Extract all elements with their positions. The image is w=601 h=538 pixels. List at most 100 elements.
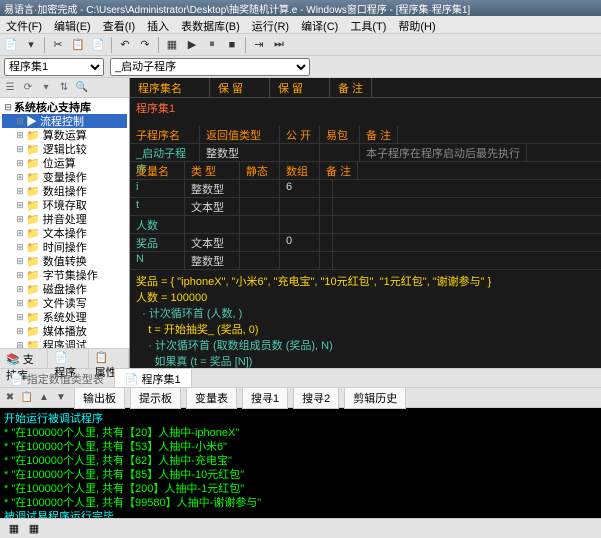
separator bbox=[245, 37, 246, 53]
output-line: 开始运行被调试程序 bbox=[4, 412, 597, 426]
sub-header: 子程序名 返回值类型 公 开 易包 备 注 bbox=[130, 126, 601, 144]
tree-root[interactable]: ⊟系统核心支持库 bbox=[2, 100, 127, 114]
code-area[interactable]: 奖品 = { "iphoneX", "小米6", "充电宝", "10元红包",… bbox=[130, 270, 601, 368]
sub-name-row[interactable]: _启动子程序 整数型 本子程序在程序启动后最先执行 bbox=[130, 144, 601, 162]
tree-item[interactable]: ⊞ 📁 系统处理 bbox=[2, 310, 127, 324]
copy-icon[interactable]: 📋 bbox=[69, 36, 87, 54]
code-line[interactable]: · 计次循环首 (取数组成员数 (奖品), N) bbox=[136, 338, 595, 354]
tree-item[interactable]: ⊞ 📁 逻辑比较 bbox=[2, 142, 127, 156]
main-toolbar: 📄 ▾ ✂ 📋 📄 ↶ ↷ ▦ ▶ ⏸ ■ ⇥ ⏭ bbox=[0, 34, 601, 56]
left-toolbar: ☰ ⟳ ▾ ⇅ 🔍 bbox=[0, 78, 129, 98]
main-area: ☰ ⟳ ▾ ⇅ 🔍 ⊟系统核心支持库 ⊞ ▶ 流程控制⊞ 📁 算数运算⊞ 📁 逻… bbox=[0, 78, 601, 368]
left-tabs: 📚 支持库 📄 程序 📋 属性 bbox=[0, 348, 129, 368]
var-row[interactable]: i整数型6 bbox=[130, 180, 601, 198]
menu-db[interactable]: 表数据库(B) bbox=[175, 16, 246, 33]
editor-tab-types[interactable]: 📄 指定数值类型表 bbox=[0, 369, 115, 387]
var-header: 变量名 类 型 静态 数组 备 注 bbox=[130, 162, 601, 180]
menu-file[interactable]: 文件(F) bbox=[0, 16, 48, 33]
code-line[interactable]: 人数 = 100000 bbox=[136, 290, 595, 306]
tree-item[interactable]: ⊞ 📁 算数运算 bbox=[2, 128, 127, 142]
var-row[interactable]: t文本型 bbox=[130, 198, 601, 216]
tree-item[interactable]: ⊞ 📁 数值转换 bbox=[2, 254, 127, 268]
tree-item[interactable]: ⊞ 📁 媒体播放 bbox=[2, 324, 127, 338]
tree-item[interactable]: ⊞ 📁 文本操作 bbox=[2, 226, 127, 240]
tree-item[interactable]: ⊞ 📁 位运算 bbox=[2, 156, 127, 170]
menu-help[interactable]: 帮助(H) bbox=[392, 16, 441, 33]
app-icon[interactable]: ▦ bbox=[163, 36, 181, 54]
separator bbox=[158, 37, 159, 53]
tree-item[interactable]: ⊞ 📁 文件读写 bbox=[2, 296, 127, 310]
menu-run[interactable]: 运行(R) bbox=[246, 16, 295, 33]
procedure-set-select[interactable]: 程序集1 bbox=[4, 58, 104, 76]
out-tab-find1[interactable]: 搜寻1 bbox=[242, 387, 288, 409]
tree-item[interactable]: ⊞ 📁 程序调试 bbox=[2, 338, 127, 348]
menu-edit[interactable]: 编辑(E) bbox=[48, 16, 97, 33]
tree-item[interactable]: ⊞ 📁 变量操作 bbox=[2, 170, 127, 184]
out-tab-hint[interactable]: 提示板 bbox=[130, 387, 181, 409]
code-editor[interactable]: 程序集名 保 留 保 留 备 注 程序集1 子程序名 返回值类型 公 开 易包 … bbox=[130, 78, 601, 368]
filter-icon[interactable]: ▾ bbox=[38, 80, 54, 96]
tree-item[interactable]: ⊞ 📁 磁盘操作 bbox=[2, 282, 127, 296]
undo-icon[interactable]: ↶ bbox=[116, 36, 134, 54]
new-icon[interactable]: 📄 bbox=[2, 36, 20, 54]
clear-icon[interactable]: ✖ bbox=[2, 390, 18, 406]
tree-item[interactable]: ⊞ ▶ 流程控制 bbox=[2, 114, 127, 128]
dropdown-icon[interactable]: ▾ bbox=[22, 36, 40, 54]
set-name: 程序集1 bbox=[130, 98, 601, 118]
output-line: * "在100000个人里, 共有【62】人抽中-充电宝" bbox=[4, 454, 597, 468]
tree-icon[interactable]: ☰ bbox=[2, 80, 18, 96]
out-tab-find2[interactable]: 搜寻2 bbox=[293, 387, 339, 409]
tab-props[interactable]: 📋 属性 bbox=[89, 349, 129, 368]
var-row[interactable]: N整数型 bbox=[130, 252, 601, 270]
minus-icon: ⊟ bbox=[2, 102, 14, 113]
output-line: * "在100000个人里, 共有【85】人抽中-10元红包" bbox=[4, 468, 597, 482]
status-icon[interactable]: ▦ bbox=[4, 521, 24, 537]
search-icon[interactable]: 🔍 bbox=[74, 80, 90, 96]
var-row[interactable]: 奖品文本型0 bbox=[130, 234, 601, 252]
tree-item[interactable]: ⊞ 📁 环境存取 bbox=[2, 198, 127, 212]
menu-compile[interactable]: 编译(C) bbox=[295, 16, 344, 33]
pause-icon[interactable]: ⏸ bbox=[203, 36, 221, 54]
var-row[interactable]: 人数 bbox=[130, 216, 601, 234]
tree-item[interactable]: ⊞ 📁 字节集操作 bbox=[2, 268, 127, 282]
tab-support[interactable]: 📚 支持库 bbox=[0, 349, 48, 368]
paste-icon[interactable]: 📄 bbox=[89, 36, 107, 54]
editor-tabs: 📄 指定数值类型表 📄 程序集1 bbox=[0, 368, 601, 388]
output-toolbar: ✖ 📋 ▲ ▼ 输出板 提示板 变量表 搜寻1 搜寻2 剪辑历史 bbox=[0, 388, 601, 408]
play-icon[interactable]: ▶ bbox=[183, 36, 201, 54]
copy-out-icon[interactable]: 📋 bbox=[19, 390, 35, 406]
tree-item[interactable]: ⊞ 📁 数组操作 bbox=[2, 184, 127, 198]
code-line[interactable]: t = 开始抽奖_ (奖品, 0) bbox=[136, 322, 595, 338]
output-line: * "在100000个人里, 共有【99580】人抽中-谢谢参与" bbox=[4, 496, 597, 510]
menu-view[interactable]: 查看(I) bbox=[97, 16, 141, 33]
editor-tab-set1[interactable]: 📄 程序集1 bbox=[115, 369, 192, 387]
tree-item[interactable]: ⊞ 📁 拼音处理 bbox=[2, 212, 127, 226]
redo-icon[interactable]: ↷ bbox=[136, 36, 154, 54]
tab-program[interactable]: 📄 程序 bbox=[48, 349, 88, 368]
out-tab-vars[interactable]: 变量表 bbox=[186, 387, 237, 409]
refresh-icon[interactable]: ⟳ bbox=[20, 80, 36, 96]
out-tab-clip[interactable]: 剪辑历史 bbox=[344, 387, 406, 409]
set-header: 程序集名 保 留 保 留 备 注 bbox=[130, 78, 601, 98]
sort-icon[interactable]: ⇅ bbox=[56, 80, 72, 96]
subroutine-select[interactable]: _启动子程序 bbox=[110, 58, 310, 76]
out-tab-output[interactable]: 输出板 bbox=[74, 387, 125, 409]
output-panel[interactable]: 开始运行被调试程序* "在100000个人里, 共有【20】人抽中-iphone… bbox=[0, 408, 601, 518]
tree-item[interactable]: ⊞ 📁 时间操作 bbox=[2, 240, 127, 254]
down-icon[interactable]: ▼ bbox=[53, 390, 69, 406]
support-lib-tree[interactable]: ⊟系统核心支持库 ⊞ ▶ 流程控制⊞ 📁 算数运算⊞ 📁 逻辑比较⊞ 📁 位运算… bbox=[0, 98, 129, 348]
code-line[interactable]: 奖品 = { "iphoneX", "小米6", "充电宝", "10元红包",… bbox=[136, 274, 595, 290]
output-line: 被调试易程序运行完毕 bbox=[4, 510, 597, 518]
code-line[interactable]: 如果真 (t = 奖品 [N]) bbox=[136, 354, 595, 368]
menu-insert[interactable]: 插入 bbox=[141, 16, 175, 33]
menu-tools[interactable]: 工具(T) bbox=[344, 16, 392, 33]
combo-bar: 程序集1 _启动子程序 bbox=[0, 56, 601, 78]
code-line[interactable]: · 计次循环首 (人数, ) bbox=[136, 306, 595, 322]
step-icon[interactable]: ⇥ bbox=[250, 36, 268, 54]
cut-icon[interactable]: ✂ bbox=[49, 36, 67, 54]
skip-icon[interactable]: ⏭ bbox=[270, 36, 288, 54]
separator bbox=[111, 37, 112, 53]
up-icon[interactable]: ▲ bbox=[36, 390, 52, 406]
status-icon2[interactable]: ▦ bbox=[24, 521, 44, 537]
stop-icon[interactable]: ■ bbox=[223, 36, 241, 54]
